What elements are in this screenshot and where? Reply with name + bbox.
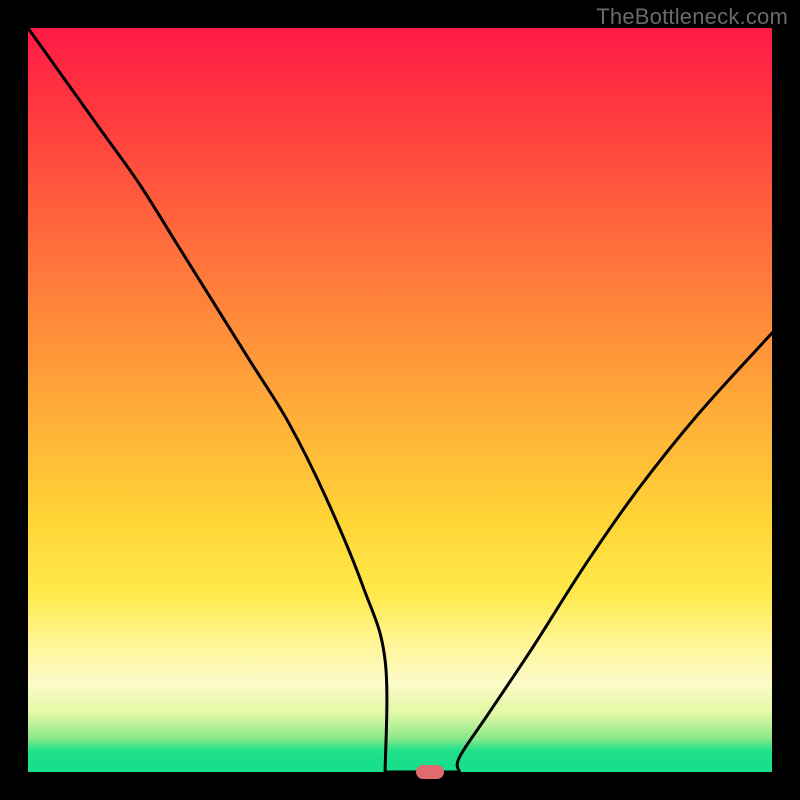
chart-frame: TheBottleneck.com: [0, 0, 800, 800]
bottleneck-curve: [28, 28, 772, 772]
watermark-text: TheBottleneck.com: [596, 4, 788, 30]
optimal-marker: [416, 765, 444, 779]
plot-area: [28, 28, 772, 772]
